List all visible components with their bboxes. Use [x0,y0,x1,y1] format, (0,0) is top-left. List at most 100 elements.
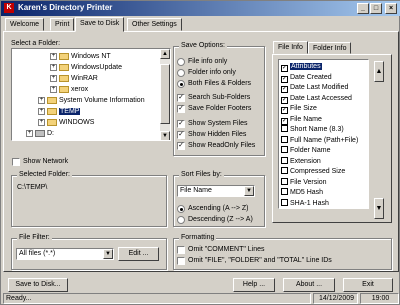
field-label: Compressed Size [290,168,346,175]
field-checkbox[interactable] [281,135,288,143]
close-button[interactable]: × [385,3,397,14]
tree-item-winrar[interactable]: + WinRAR [50,73,98,84]
field-label: Short Name (8.3) [290,126,344,133]
file-info-field-item[interactable]: ✓ Date Last Modified [281,83,348,93]
file-info-field-item[interactable]: ✓ Date Created [281,73,332,83]
file-info-field-item[interactable]: ✓ Date Last Accessed [281,94,352,104]
search-subfolders-label: Search Sub-Folders [188,94,251,101]
dropdown-arrow-icon[interactable]: ▼ [103,249,113,259]
expand-icon[interactable]: + [50,52,57,60]
omit-line-ids-checkbox[interactable] [177,257,185,265]
about-button[interactable]: About ... [283,278,335,292]
folder-info-only-radio[interactable] [177,69,185,77]
file-info-field-item[interactable]: Compressed Size [281,167,345,176]
file-info-field-item[interactable]: SHA-1 Hash [281,198,329,208]
selected-folder-value: C:\TEMP\ [17,184,48,191]
move-up-button[interactable]: ▲ [374,61,384,82]
field-checkbox[interactable] [281,146,288,153]
field-checkbox[interactable]: ✓ [281,96,288,104]
scroll-down-icon[interactable]: ▼ [160,131,170,140]
edit-filter-button[interactable]: Edit ... [118,247,159,261]
field-checkbox[interactable] [281,188,288,195]
field-checkbox[interactable] [281,198,288,206]
expand-icon[interactable]: + [38,107,45,115]
field-checkbox[interactable] [281,156,288,164]
tree-item-drive-d[interactable]: + D: [26,128,54,139]
file-info-field-item[interactable]: ✓ File Size [281,104,317,114]
file-info-field-item[interactable]: Full Name (Path+File) [281,135,358,145]
scroll-thumb[interactable] [160,64,170,124]
show-hidden-files-checkbox[interactable]: ✓ [177,131,185,139]
descending-radio[interactable] [177,216,185,224]
show-readonly-files-checkbox[interactable]: ✓ [177,142,185,150]
expand-icon[interactable]: + [50,63,57,71]
field-label: Extension [290,157,321,165]
both-files-folders-radio[interactable] [177,80,185,88]
both-files-folders-label: Both Files & Folders [188,80,252,87]
expand-icon[interactable]: + [38,118,45,126]
tab-folder-info[interactable]: Folder Info [308,42,352,54]
save-folder-footers-checkbox[interactable]: ✓ [177,105,185,113]
field-checkbox[interactable]: ✓ [281,86,288,93]
tree-scrollbar[interactable]: ▲ ▼ [160,49,170,140]
save-to-disk-button[interactable]: Save to Disk... [8,278,68,292]
tab-other-settings[interactable]: Other Settings [127,18,182,31]
expand-icon[interactable]: + [26,129,33,137]
file-info-field-item[interactable]: File Version [281,177,327,187]
file-info-field-item[interactable]: ✓ File Name [281,115,322,125]
field-checkbox[interactable]: ✓ [281,117,288,125]
field-label: Date Last Accessed [290,94,352,102]
search-subfolders-checkbox[interactable]: ✓ [177,94,185,102]
tree-item-temp[interactable]: + TEMP [38,106,81,117]
file-info-field-item[interactable]: ✓ Attributes [281,62,322,72]
tree-item-windows[interactable]: + WINDOWS [38,117,94,128]
folder-tree[interactable]: + Windows NT + WindowsUpdate + WinRAR + xero… [11,48,171,141]
maximize-button[interactable]: □ [370,3,382,14]
tab-file-info[interactable]: File Info [273,41,308,54]
ascending-label: Ascending (A --> Z) [188,205,249,212]
file-info-only-radio[interactable] [177,58,185,66]
expand-icon[interactable]: + [50,85,57,93]
expand-icon[interactable]: + [50,74,57,82]
field-label: File Name [290,115,322,123]
file-info-field-item[interactable]: Extension [281,156,321,166]
tab-save-to-disk[interactable]: Save to Disk [75,17,125,32]
sort-field-select[interactable]: File Name ▼ [177,185,255,197]
tab-print[interactable]: Print [50,18,75,31]
formatting-title: Formatting [179,234,217,241]
tree-item-xerox[interactable]: + xerox [50,84,88,95]
field-checkbox[interactable] [281,125,288,132]
field-checkbox[interactable]: ✓ [281,75,288,83]
scroll-up-icon[interactable]: ▲ [160,49,170,59]
file-info-field-item[interactable]: Folder Name [281,146,330,155]
field-label: Attributes [290,63,322,70]
app-icon: K [4,3,14,13]
file-info-field-item[interactable]: MD5 Hash [281,188,323,197]
show-system-files-checkbox[interactable]: ✓ [177,120,185,128]
show-network-label: Show Network [23,158,69,165]
file-info-field-list[interactable]: ✓ Attributes ✓ Date Created ✓ Date Last Modif… [278,59,369,209]
tree-item-windowsupdate[interactable]: + WindowsUpdate [50,62,122,73]
save-options-title: Save Options: [179,42,227,49]
move-down-button[interactable]: ▼ [374,198,384,219]
file-info-field-item[interactable]: Short Name (8.3) [281,125,344,134]
ascending-radio[interactable] [177,205,185,213]
omit-comment-lines-checkbox[interactable] [177,246,185,254]
folder-open-icon [47,107,57,115]
help-button[interactable]: Help ... [233,278,275,292]
field-checkbox[interactable]: ✓ [281,107,288,114]
field-checkbox[interactable] [281,167,288,174]
tab-welcome[interactable]: Welcome [5,18,45,31]
dropdown-arrow-icon[interactable]: ▼ [244,186,254,196]
folder-info-only-label: Folder info only [188,69,236,76]
exit-button[interactable]: Exit [343,278,393,292]
expand-icon[interactable]: + [38,96,45,104]
tree-item-system-volume-information[interactable]: + System Volume Information [38,95,145,106]
show-network-checkbox[interactable] [12,158,20,166]
folder-icon [47,96,57,104]
minimize-button[interactable]: _ [357,3,369,14]
file-filter-select[interactable]: All files (*.*) ▼ [16,248,114,260]
field-checkbox[interactable]: ✓ [281,65,288,72]
field-checkbox[interactable] [281,177,288,185]
tree-item-windows-nt[interactable]: + Windows NT [50,51,111,62]
